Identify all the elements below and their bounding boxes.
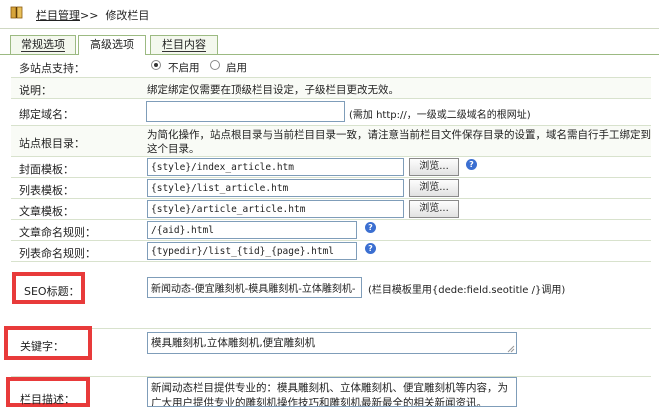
help-icon[interactable]: ? <box>466 159 477 170</box>
bind-domain-note: (需加 http://，一级或二级域名的根网址) <box>349 110 531 121</box>
row-description: 新闻动态栏目提供专业的：模具雕刻机、立体雕刻机、便宜雕刻机等内容，为广大用户提供… <box>11 377 651 407</box>
keywords-label: 关键字： <box>20 340 64 353</box>
tab-content[interactable]: 栏目内容 <box>150 35 218 54</box>
article-template-label: 文章模板： <box>19 205 74 218</box>
multisite-radio-enable[interactable] <box>210 60 220 70</box>
tab-content-label: 栏目内容 <box>162 38 206 52</box>
multisite-option-disable: 不启用 <box>168 62 200 74</box>
row-keywords: 模具雕刻机,立体雕刻机,便宜雕刻机 <box>11 329 651 377</box>
row-seo-title: (栏目模板里用{dede:field.seotitle /}调用) <box>11 262 651 329</box>
site-root-text-line1: 为简化操作，站点根目录与当前栏目目录一致，请注意当前栏目文件保存目录的设置，域名… <box>147 129 651 141</box>
row-site-root: 站点根目录： 为简化操作，站点根目录与当前栏目目录一致，请注意当前栏目文件保存目… <box>11 126 651 157</box>
row-multisite: 多站点支持： 不启用 启用 <box>11 55 651 78</box>
keywords-textarea[interactable]: 模具雕刻机,立体雕刻机,便宜雕刻机 <box>147 332 517 354</box>
row-list-template: 列表模板： 浏览... <box>11 178 651 199</box>
seo-title-input[interactable] <box>147 277 362 298</box>
article-naming-input[interactable] <box>147 221 357 239</box>
article-template-input[interactable] <box>147 200 404 218</box>
description-label: 栏目描述： <box>20 393 75 406</box>
bind-domain-input[interactable] <box>146 101 345 122</box>
explain-label: 说明： <box>19 84 52 97</box>
explain-text: 绑定绑定仅需要在顶级栏目设定，子级栏目更改无效。 <box>147 84 399 96</box>
breadcrumb: 栏目管理>> 修改栏目 <box>36 7 149 23</box>
list-template-label: 列表模板： <box>19 184 74 197</box>
row-article-template: 文章模板： 浏览... <box>11 199 651 220</box>
seo-title-label: SEO标题： <box>24 285 80 298</box>
site-root-text-line2: 这个目录。 <box>147 143 200 155</box>
breadcrumb-current: 修改栏目 <box>105 9 150 22</box>
keywords-highlight: 关键字： <box>4 326 92 360</box>
row-article-naming: 文章命名规则： ? <box>11 220 651 241</box>
seo-title-note: (栏目模板里用{dede:field.seotitle /}调用) <box>368 285 566 296</box>
tab-bar: 常规选项 高级选项 栏目内容 <box>0 34 659 55</box>
cover-template-input[interactable] <box>147 158 404 176</box>
list-template-browse-button[interactable]: 浏览... <box>409 179 459 197</box>
multisite-option-enable: 启用 <box>226 62 247 74</box>
cover-template-label: 封面模板： <box>19 163 74 176</box>
multisite-label: 多站点支持： <box>19 62 85 75</box>
list-template-input[interactable] <box>147 179 404 197</box>
list-naming-label: 列表命名规则： <box>19 247 96 260</box>
seo-title-highlight: SEO标题： <box>12 272 85 304</box>
multisite-radio-disable[interactable] <box>151 60 161 70</box>
breadcrumb-section-link[interactable]: 栏目管理 <box>36 9 80 22</box>
row-list-naming: 列表命名规则： ? <box>11 241 651 262</box>
site-root-label: 站点根目录： <box>19 137 85 150</box>
tab-advanced[interactable]: 高级选项 <box>78 35 146 55</box>
description-highlight: 栏目描述： <box>6 377 90 407</box>
cover-template-browse-button[interactable]: 浏览... <box>409 158 459 176</box>
row-explain: 说明： 绑定绑定仅需要在顶级栏目设定，子级栏目更改无效。 <box>11 78 651 99</box>
tab-general[interactable]: 常规选项 <box>10 35 76 54</box>
top-bar: 栏目管理>> 修改栏目 <box>0 0 659 29</box>
resize-grip-icon[interactable] <box>507 345 515 353</box>
bind-domain-label: 绑定域名： <box>19 108 74 121</box>
article-template-browse-button[interactable]: 浏览... <box>409 200 459 218</box>
help-icon[interactable]: ? <box>365 243 376 254</box>
article-naming-label: 文章命名规则： <box>19 226 96 239</box>
tab-advanced-label: 高级选项 <box>90 38 134 51</box>
tab-general-label: 常规选项 <box>21 38 65 52</box>
breadcrumb-separator: >> <box>80 9 99 22</box>
list-naming-input[interactable] <box>147 242 357 260</box>
row-bind-domain: 绑定域名： (需加 http://，一级或二级域名的根网址) <box>11 99 651 126</box>
description-textarea[interactable]: 新闻动态栏目提供专业的：模具雕刻机、立体雕刻机、便宜雕刻机等内容，为广大用户提供… <box>147 377 517 407</box>
book-icon <box>10 6 23 19</box>
row-cover-template: 封面模板： 浏览... ? <box>11 157 651 178</box>
help-icon[interactable]: ? <box>365 222 376 233</box>
